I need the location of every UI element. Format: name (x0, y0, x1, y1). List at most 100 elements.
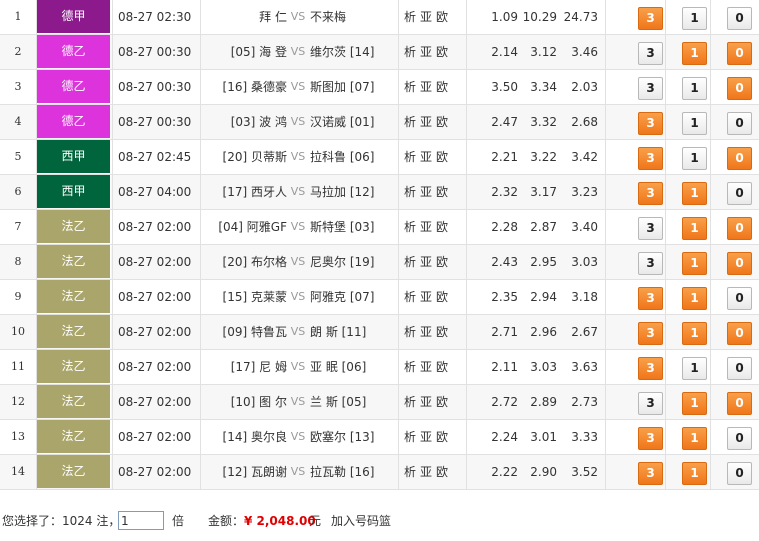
analysis-link[interactable]: 析 (404, 325, 416, 339)
asian-odds-link[interactable]: 亚 (420, 325, 432, 339)
pick-draw-button[interactable]: 1 (682, 147, 707, 170)
analysis-link[interactable]: 析 (404, 80, 416, 94)
pick-lose-button[interactable]: 0 (727, 252, 752, 275)
pick-win-button[interactable]: 3 (638, 42, 663, 65)
pick-win-button[interactable]: 3 (638, 427, 663, 450)
league-badge[interactable]: 德乙 (37, 70, 111, 103)
pick-draw-button[interactable]: 1 (682, 252, 707, 275)
pick-draw-button[interactable]: 1 (682, 322, 707, 345)
league-badge[interactable]: 法乙 (37, 245, 111, 278)
league-badge[interactable]: 法乙 (37, 420, 111, 453)
pick-draw-button[interactable]: 1 (682, 427, 707, 450)
home-team[interactable]: [10] 图 尔 (204, 385, 287, 419)
analysis-link[interactable]: 析 (404, 185, 416, 199)
pick-lose-button[interactable]: 0 (727, 357, 752, 380)
away-team[interactable]: 欧塞尔 [13] (310, 420, 385, 454)
pick-draw-button[interactable]: 1 (682, 77, 707, 100)
pick-lose-button[interactable]: 0 (727, 182, 752, 205)
euro-odds-link[interactable]: 欧 (436, 10, 448, 24)
home-team[interactable]: [09] 特鲁瓦 (204, 315, 287, 349)
euro-odds-link[interactable]: 欧 (436, 325, 448, 339)
euro-odds-link[interactable]: 欧 (436, 360, 448, 374)
pick-draw-button[interactable]: 1 (682, 392, 707, 415)
euro-odds-link[interactable]: 欧 (436, 115, 448, 129)
away-team[interactable]: 拉瓦勒 [16] (310, 455, 385, 489)
pick-lose-button[interactable]: 0 (727, 322, 752, 345)
pick-draw-button[interactable]: 1 (682, 182, 707, 205)
away-team[interactable]: 斯特堡 [03] (310, 210, 385, 244)
pick-win-button[interactable]: 3 (638, 147, 663, 170)
analysis-link[interactable]: 析 (404, 360, 416, 374)
home-team[interactable]: [03] 波 鸿 (204, 105, 287, 139)
pick-draw-button[interactable]: 1 (682, 462, 707, 485)
analysis-link[interactable]: 析 (404, 45, 416, 59)
analysis-link[interactable]: 析 (404, 395, 416, 409)
home-team[interactable]: [16] 桑德豪 (204, 70, 287, 104)
pick-draw-button[interactable]: 1 (682, 287, 707, 310)
league-badge[interactable]: 西甲 (37, 140, 111, 173)
euro-odds-link[interactable]: 欧 (436, 45, 448, 59)
away-team[interactable]: 朗 斯 [11] (310, 315, 385, 349)
analysis-link[interactable]: 析 (404, 255, 416, 269)
asian-odds-link[interactable]: 亚 (420, 360, 432, 374)
away-team[interactable]: 马拉加 [12] (310, 175, 385, 209)
asian-odds-link[interactable]: 亚 (420, 465, 432, 479)
pick-lose-button[interactable]: 0 (727, 392, 752, 415)
analysis-link[interactable]: 析 (404, 430, 416, 444)
euro-odds-link[interactable]: 欧 (436, 465, 448, 479)
asian-odds-link[interactable]: 亚 (420, 150, 432, 164)
league-badge[interactable]: 德乙 (37, 105, 111, 138)
league-badge[interactable]: 法乙 (37, 385, 111, 418)
euro-odds-link[interactable]: 欧 (436, 220, 448, 234)
analysis-link[interactable]: 析 (404, 465, 416, 479)
home-team[interactable]: [14] 奥尔良 (204, 420, 287, 454)
league-badge[interactable]: 法乙 (37, 315, 111, 348)
away-team[interactable]: 尼奥尔 [19] (310, 245, 385, 279)
asian-odds-link[interactable]: 亚 (420, 430, 432, 444)
analysis-link[interactable]: 析 (404, 10, 416, 24)
home-team[interactable]: [17] 尼 姆 (204, 350, 287, 384)
pick-lose-button[interactable]: 0 (727, 147, 752, 170)
asian-odds-link[interactable]: 亚 (420, 255, 432, 269)
league-badge[interactable]: 法乙 (37, 350, 111, 383)
pick-win-button[interactable]: 3 (638, 112, 663, 135)
analysis-link[interactable]: 析 (404, 290, 416, 304)
pick-win-button[interactable]: 3 (638, 182, 663, 205)
home-team[interactable]: [17] 西牙人 (204, 175, 287, 209)
asian-odds-link[interactable]: 亚 (420, 395, 432, 409)
pick-draw-button[interactable]: 1 (682, 217, 707, 240)
euro-odds-link[interactable]: 欧 (436, 430, 448, 444)
asian-odds-link[interactable]: 亚 (420, 290, 432, 304)
analysis-link[interactable]: 析 (404, 150, 416, 164)
pick-draw-button[interactable]: 1 (682, 357, 707, 380)
euro-odds-link[interactable]: 欧 (436, 80, 448, 94)
pick-lose-button[interactable]: 0 (727, 112, 752, 135)
pick-win-button[interactable]: 3 (638, 357, 663, 380)
euro-odds-link[interactable]: 欧 (436, 255, 448, 269)
pick-lose-button[interactable]: 0 (727, 427, 752, 450)
away-team[interactable]: 亚 眠 [06] (310, 350, 385, 384)
asian-odds-link[interactable]: 亚 (420, 45, 432, 59)
league-badge[interactable]: 法乙 (37, 210, 111, 243)
asian-odds-link[interactable]: 亚 (420, 80, 432, 94)
pick-lose-button[interactable]: 0 (727, 462, 752, 485)
pick-win-button[interactable]: 3 (638, 217, 663, 240)
asian-odds-link[interactable]: 亚 (420, 185, 432, 199)
away-team[interactable]: 汉诺威 [01] (310, 105, 385, 139)
away-team[interactable]: 斯图加 [07] (310, 70, 385, 104)
euro-odds-link[interactable]: 欧 (436, 185, 448, 199)
pick-win-button[interactable]: 3 (638, 252, 663, 275)
analysis-link[interactable]: 析 (404, 220, 416, 234)
away-team[interactable]: 拉科鲁 [06] (310, 140, 385, 174)
asian-odds-link[interactable]: 亚 (420, 10, 432, 24)
pick-lose-button[interactable]: 0 (727, 217, 752, 240)
away-team[interactable]: 兰 斯 [05] (310, 385, 385, 419)
home-team[interactable]: [20] 贝蒂斯 (204, 140, 287, 174)
pick-lose-button[interactable]: 0 (727, 287, 752, 310)
pick-win-button[interactable]: 3 (638, 77, 663, 100)
pick-win-button[interactable]: 3 (638, 462, 663, 485)
euro-odds-link[interactable]: 欧 (436, 290, 448, 304)
home-team[interactable]: [12] 瓦朗谢 (204, 455, 287, 489)
away-team[interactable]: 维尔茨 [14] (310, 35, 385, 69)
pick-lose-button[interactable]: 0 (727, 42, 752, 65)
